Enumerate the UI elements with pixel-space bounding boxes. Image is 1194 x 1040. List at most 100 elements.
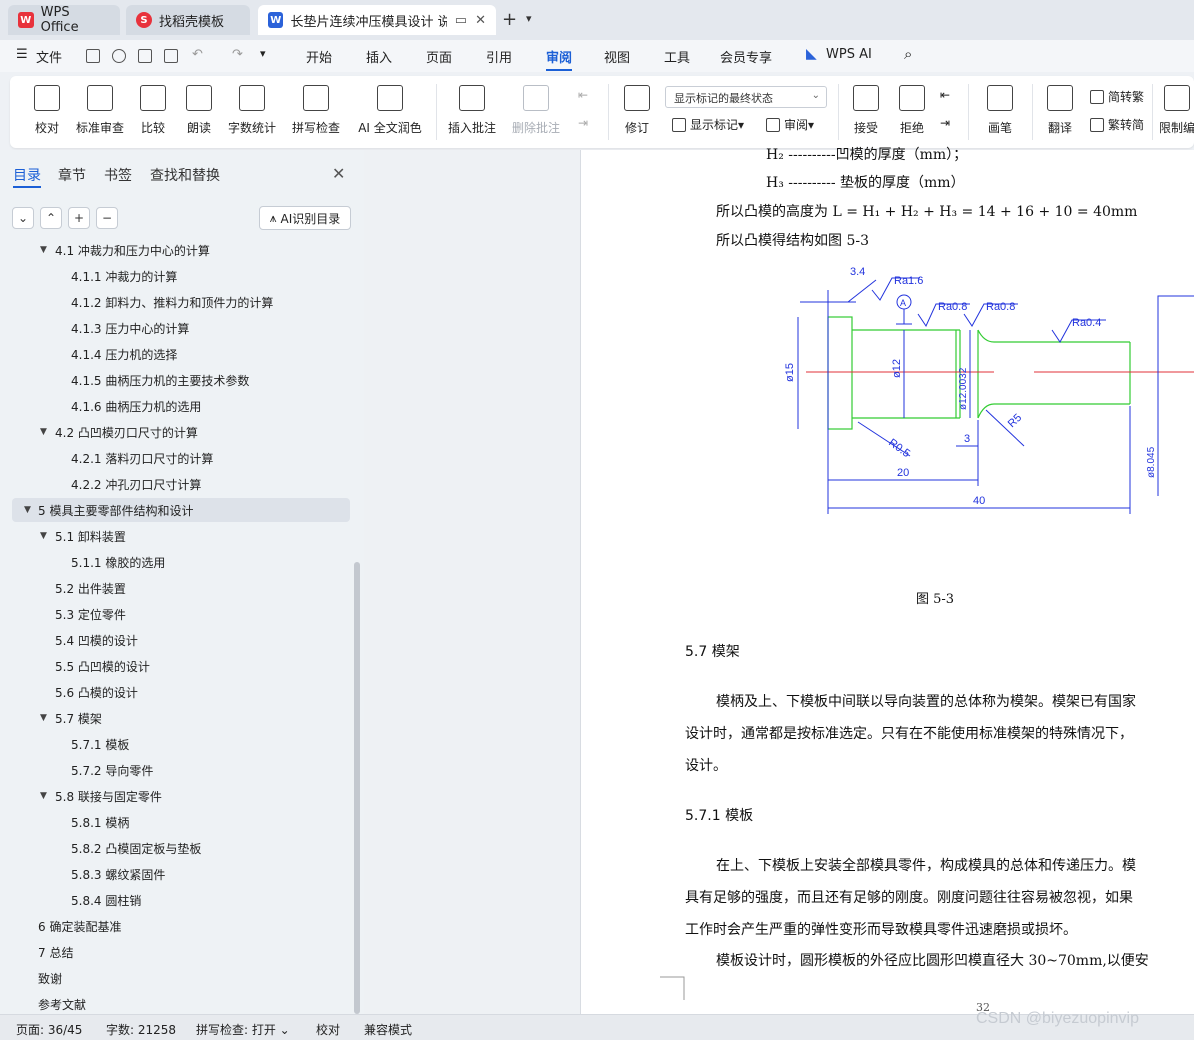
menu-file[interactable]: 文件 bbox=[36, 47, 62, 66]
toc-item[interactable]: 4.1.6 曲柄压力机的选用 bbox=[0, 394, 350, 418]
toc-item[interactable]: 5.6 凸模的设计 bbox=[0, 680, 350, 704]
toc-scrollbar[interactable] bbox=[354, 562, 360, 1014]
toc-item[interactable]: 4.2.1 落料刃口尺寸的计算 bbox=[0, 446, 350, 470]
print-preview-icon[interactable] bbox=[164, 49, 178, 63]
translate-button[interactable]: 翻译 bbox=[1040, 76, 1080, 148]
tab-sections[interactable]: 章节 bbox=[58, 165, 86, 185]
add-heading-button[interactable]: + bbox=[68, 207, 90, 229]
toc-item[interactable]: 5.7.2 导向零件 bbox=[0, 758, 350, 782]
status-words[interactable]: 字数: 21258 bbox=[106, 1021, 176, 1038]
expand-arrow-icon[interactable]: ▼ bbox=[40, 427, 47, 437]
revise-button[interactable]: 修订 bbox=[618, 76, 656, 148]
menu-page[interactable]: 页面 bbox=[426, 47, 452, 66]
reject-button[interactable]: 拒绝 bbox=[892, 76, 932, 148]
monitor-icon[interactable]: ▭ bbox=[455, 13, 467, 28]
toc-item[interactable]: 4.1.3 压力中心的计算 bbox=[0, 316, 350, 340]
word-count-button[interactable]: 字数统计 bbox=[226, 76, 278, 148]
show-markup-button[interactable]: 显示标记 ▾ bbox=[672, 116, 744, 133]
menu-home[interactable]: 开始 bbox=[306, 47, 332, 66]
tab-wps-office[interactable]: W WPS Office bbox=[8, 5, 120, 35]
toc-item[interactable]: ▼ 5 模具主要零部件结构和设计 bbox=[12, 498, 350, 522]
status-proof[interactable]: 校对 bbox=[316, 1021, 340, 1038]
toc-item[interactable]: 5.1.1 橡胶的选用 bbox=[0, 550, 350, 574]
expand-arrow-icon[interactable]: ▼ bbox=[40, 531, 47, 541]
tab-docer[interactable]: S 找稻壳模板 bbox=[126, 5, 250, 35]
toc-item[interactable]: ▼ 5.1 卸料装置 bbox=[0, 524, 350, 548]
proofread-button[interactable]: 校对 bbox=[32, 76, 62, 148]
toc-item[interactable]: 参考文献 bbox=[0, 992, 350, 1014]
tab-find-replace[interactable]: 查找和替换 bbox=[150, 165, 220, 185]
toc-item[interactable]: 5.8.1 模柄 bbox=[0, 810, 350, 834]
to-simplified-button[interactable]: 繁转简 bbox=[1090, 116, 1144, 133]
toc-item[interactable]: 5.4 凹模的设计 bbox=[0, 628, 350, 652]
tab-bookmarks[interactable]: 书签 bbox=[104, 165, 132, 185]
review-pane-button[interactable]: 审阅 ▾ bbox=[766, 116, 814, 133]
toc-item[interactable]: 5.8.4 圆柱销 bbox=[0, 888, 350, 912]
ai-toc-button[interactable]: ⩚ AI识别目录 bbox=[259, 206, 351, 230]
menu-hamburger-icon[interactable]: ☰ bbox=[16, 47, 28, 62]
toc-item[interactable]: 5.7.1 模板 bbox=[0, 732, 350, 756]
toc-item[interactable]: ▼ 4.1 冲裁力和压力中心的计算 bbox=[0, 240, 350, 262]
toc-item[interactable]: ▼ 4.2 凸凹模刃口尺寸的计算 bbox=[0, 420, 350, 444]
ai-polish-button[interactable]: AI 全文润色 bbox=[356, 76, 424, 148]
search-icon[interactable]: ⌕ bbox=[904, 45, 912, 63]
chevron-down-icon[interactable]: ▾ bbox=[526, 12, 532, 25]
print-icon[interactable] bbox=[138, 49, 152, 63]
next-comment-icon[interactable]: ⇥ bbox=[578, 116, 588, 130]
close-icon[interactable]: ✕ bbox=[332, 164, 345, 183]
status-spell[interactable]: 拼写检查: 打开 ⌄ bbox=[196, 1021, 290, 1038]
toc-item[interactable]: 5.8.3 螺纹紧固件 bbox=[0, 862, 350, 886]
std-review-button[interactable]: 标准审查 bbox=[74, 76, 126, 148]
chevron-down-icon[interactable]: ▾ bbox=[260, 47, 266, 60]
close-icon[interactable]: ✕ bbox=[475, 13, 486, 28]
toc-item[interactable]: ▼ 5.7 模架 bbox=[0, 706, 350, 730]
expand-arrow-icon[interactable]: ▼ bbox=[40, 791, 47, 801]
markup-state-select[interactable]: 显示标记的最终状态 ⌄ bbox=[665, 86, 827, 108]
read-aloud-button[interactable]: 朗读 bbox=[184, 76, 214, 148]
toc-item[interactable]: 致谢 bbox=[0, 966, 350, 990]
toc-item[interactable]: 5.2 出件装置 bbox=[0, 576, 350, 600]
undo-icon[interactable]: ↶ bbox=[192, 47, 203, 62]
compare-button[interactable]: 比较 bbox=[134, 76, 172, 148]
toc-item[interactable]: 5.3 定位零件 bbox=[0, 602, 350, 626]
toc-item[interactable]: 5.5 凸凹模的设计 bbox=[0, 654, 350, 678]
toc-item[interactable]: 5.8.2 凸模固定板与垫板 bbox=[0, 836, 350, 860]
toc-item[interactable]: ▼ 5.8 联接与固定零件 bbox=[0, 784, 350, 808]
to-traditional-button[interactable]: 简转繁 bbox=[1090, 88, 1144, 105]
collapse-all-button[interactable]: ⌄ bbox=[12, 207, 34, 229]
insert-comment-button[interactable]: 插入批注 bbox=[446, 76, 498, 148]
delete-comment-button[interactable]: 删除批注 bbox=[506, 76, 566, 148]
toc-item[interactable]: 4.1.4 压力机的选择 bbox=[0, 342, 350, 366]
prev-change-icon[interactable]: ⇤ bbox=[940, 88, 950, 102]
toc-item[interactable]: 6 确定装配基准 bbox=[0, 914, 350, 938]
menu-tools[interactable]: 工具 bbox=[664, 47, 690, 66]
menu-view[interactable]: 视图 bbox=[604, 47, 630, 66]
menu-review[interactable]: 审阅 bbox=[546, 47, 572, 66]
export-icon[interactable] bbox=[112, 49, 126, 63]
toc-item[interactable]: 7 总结 bbox=[0, 940, 350, 964]
redo-icon[interactable]: ↷ bbox=[232, 47, 243, 62]
tab-document[interactable]: W 长垫片连续冲压模具设计 说明 ▭ ✕ bbox=[258, 5, 496, 35]
expand-arrow-icon[interactable]: ▼ bbox=[24, 505, 31, 515]
menu-insert[interactable]: 插入 bbox=[366, 47, 392, 66]
new-tab-icon[interactable]: + bbox=[502, 9, 517, 30]
menu-wps-ai[interactable]: WPS AI bbox=[826, 47, 872, 62]
menu-references[interactable]: 引用 bbox=[486, 47, 512, 66]
toc-item[interactable]: 4.1.5 曲柄压力机的主要技术参数 bbox=[0, 368, 350, 392]
toc-item[interactable]: 4.1.2 卸料力、推料力和顶件力的计算 bbox=[0, 290, 350, 314]
status-page[interactable]: 页面: 36/45 bbox=[16, 1021, 82, 1038]
expand-arrow-icon[interactable]: ▼ bbox=[40, 713, 47, 723]
remove-heading-button[interactable]: − bbox=[96, 207, 118, 229]
toc-item[interactable]: 4.2.2 冲孔刃口尺寸计算 bbox=[0, 472, 350, 496]
toc-item[interactable]: 4.1.1 冲裁力的计算 bbox=[0, 264, 350, 288]
restrict-edit-button[interactable]: 限制编 bbox=[1160, 76, 1194, 148]
menu-member[interactable]: 会员专享 bbox=[720, 47, 772, 66]
pen-button[interactable]: 画笔 bbox=[982, 76, 1018, 148]
expand-up-button[interactable]: ⌃ bbox=[40, 207, 62, 229]
tab-toc[interactable]: 目录 bbox=[13, 165, 41, 185]
next-change-icon[interactable]: ⇥ bbox=[940, 116, 950, 130]
expand-arrow-icon[interactable]: ▼ bbox=[40, 245, 47, 255]
accept-button[interactable]: 接受 bbox=[846, 76, 886, 148]
prev-comment-icon[interactable]: ⇤ bbox=[578, 88, 588, 102]
save-icon[interactable] bbox=[86, 49, 100, 63]
